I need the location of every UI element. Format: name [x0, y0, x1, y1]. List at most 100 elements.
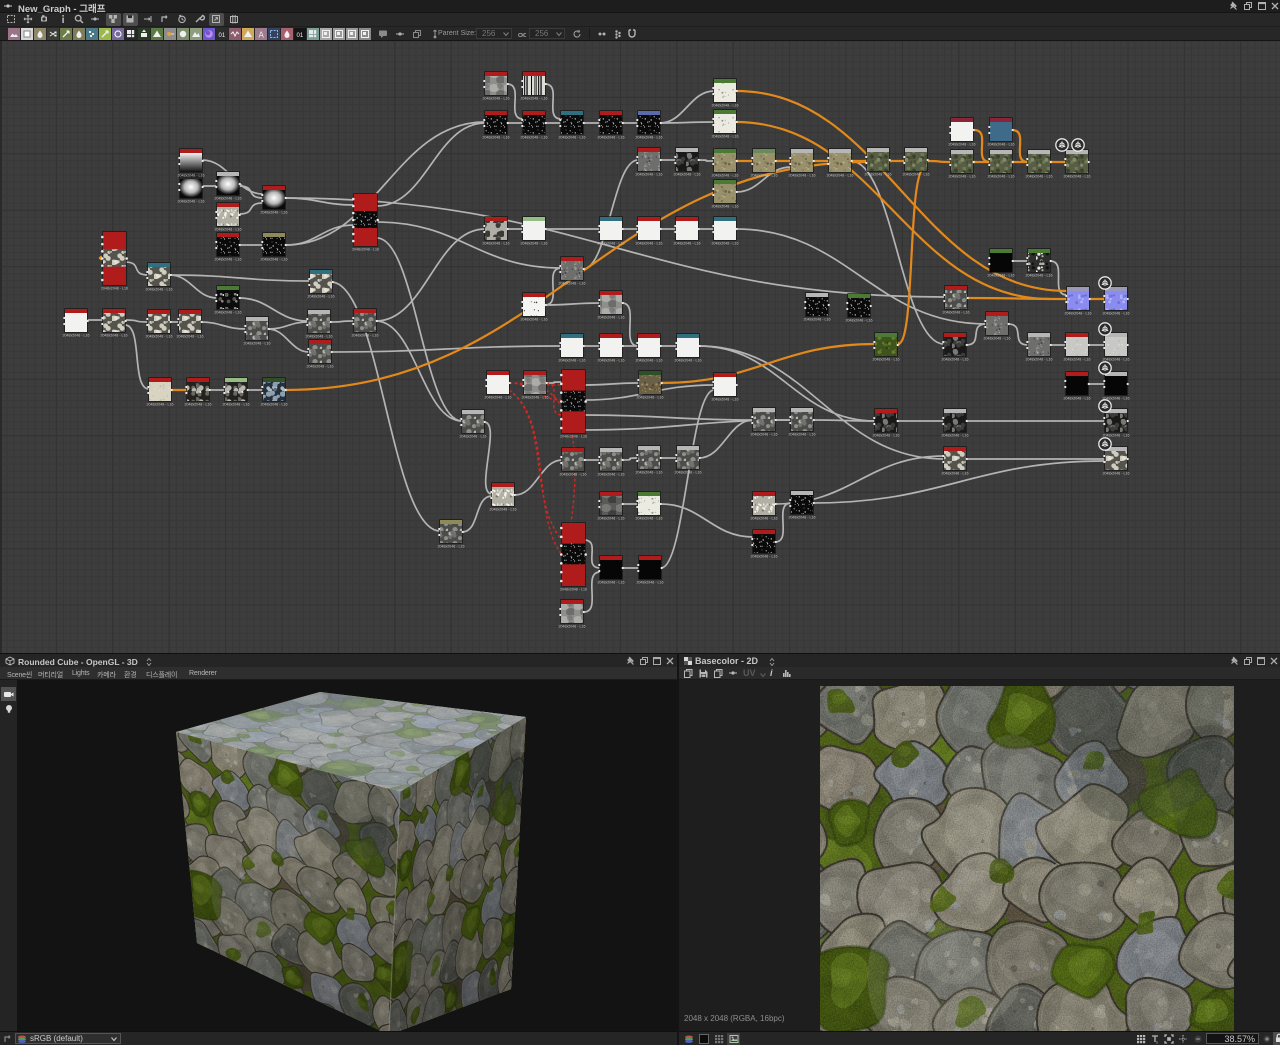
svg-text:2048x2048 - L16: 2048x2048 - L16: [865, 173, 892, 177]
svg-text:2048x2048 - L16: 2048x2048 - L16: [308, 295, 335, 299]
svg-text:01: 01: [297, 33, 304, 39]
svg-text:2048x2048 - L16: 2048x2048 - L16: [1064, 358, 1091, 362]
svg-text:2048x2048 - L16: 2048x2048 - L16: [63, 334, 90, 338]
svg-text:2048x2048 - L16: 2048x2048 - L16: [598, 136, 625, 140]
svg-text:2048x2048 - L16: 2048x2048 - L16: [1103, 472, 1130, 476]
svg-text:2048x2048 - L16: 2048x2048 - L16: [789, 174, 816, 178]
svg-text:2048x2048 - L16: 2048x2048 - L16: [147, 403, 174, 407]
svg-text:2048x2048 - L16: 2048x2048 - L16: [522, 396, 549, 400]
svg-text:2048x2048 - L16: 2048x2048 - L16: [261, 258, 288, 262]
svg-text:2048x2048 - L16: 2048x2048 - L16: [675, 359, 702, 363]
svg-text:2048x2048 - L16: 2048x2048 - L16: [674, 242, 701, 246]
svg-text:2048x2048 - L16: 2048x2048 - L16: [751, 517, 778, 521]
svg-text:2048x2048 - L16: 2048x2048 - L16: [215, 197, 242, 201]
svg-text:2048x2048 - L16: 2048x2048 - L16: [712, 104, 739, 108]
svg-text:2048x2048 - L16: 2048x2048 - L16: [637, 396, 664, 400]
svg-text:2048x2048 - L16: 2048x2048 - L16: [598, 316, 625, 320]
svg-text:2048x2048 - L16: 2048x2048 - L16: [636, 136, 663, 140]
svg-text:A: A: [259, 31, 265, 40]
svg-text:2048x2048 - L16: 2048x2048 - L16: [307, 365, 334, 369]
svg-text:2048x2048 - L16: 2048x2048 - L16: [637, 581, 664, 585]
svg-text:2048x2048 - L16: 2048x2048 - L16: [984, 337, 1011, 341]
svg-text:2048x2048 - L16: 2048x2048 - L16: [483, 136, 510, 140]
svg-text:2048x2048 - L16: 2048x2048 - L16: [521, 242, 548, 246]
svg-text:2048x2048 - L16: 2048x2048 - L16: [903, 173, 930, 177]
svg-text:2048x2048 - L16: 2048x2048 - L16: [101, 287, 128, 291]
svg-text:01: 01: [219, 33, 226, 39]
svg-text:2048x2048 - L16: 2048x2048 - L16: [177, 335, 204, 339]
svg-text:2048x2048 - L16: 2048x2048 - L16: [751, 555, 778, 559]
svg-text:2048x2048 - L16: 2048x2048 - L16: [949, 175, 976, 179]
svg-text:2048x2048 - L16: 2048x2048 - L16: [873, 434, 900, 438]
svg-text:2048x2048 - L16: 2048x2048 - L16: [712, 242, 739, 246]
svg-text:2048x2048 - L16: 2048x2048 - L16: [559, 625, 586, 629]
svg-text:2048x2048 - L16: 2048x2048 - L16: [789, 516, 816, 520]
svg-text:2048x2048 - L16: 2048x2048 - L16: [352, 248, 379, 252]
svg-text:2048x2048 - L16: 2048x2048 - L16: [846, 319, 873, 323]
svg-text:2048x2048 - L16: 2048x2048 - L16: [1026, 358, 1053, 362]
svg-text:2048x2048 - L16: 2048x2048 - L16: [943, 311, 970, 315]
svg-text:2048x2048 - L16: 2048x2048 - L16: [712, 398, 739, 402]
svg-text:2048x2048 - L16: 2048x2048 - L16: [1103, 358, 1130, 362]
svg-text:2048x2048 - L16: 2048x2048 - L16: [942, 472, 969, 476]
svg-text:2048x2048 - L16: 2048x2048 - L16: [244, 342, 271, 346]
svg-text:2048x2048 - L16: 2048x2048 - L16: [485, 396, 512, 400]
svg-text:2048x2048 - L16: 2048x2048 - L16: [636, 517, 663, 521]
svg-text:2048x2048 - L16: 2048x2048 - L16: [712, 174, 739, 178]
svg-text:2048x2048 - L16: 2048x2048 - L16: [598, 473, 625, 477]
svg-text:2048x2048 - L16: 2048x2048 - L16: [146, 288, 173, 292]
svg-text:2048x2048 - L16: 2048x2048 - L16: [438, 545, 465, 549]
svg-text:2048x2048 - L16: 2048x2048 - L16: [101, 334, 128, 338]
svg-text:2048x2048 - L16: 2048x2048 - L16: [712, 205, 739, 209]
svg-text:2048x2048 - L16: 2048x2048 - L16: [215, 311, 242, 315]
svg-text:2048x2048 - L16: 2048x2048 - L16: [521, 136, 548, 140]
svg-text:2048x2048 - L16: 2048x2048 - L16: [988, 143, 1015, 147]
svg-text:2048x2048 - L16: 2048x2048 - L16: [559, 359, 586, 363]
svg-text:2048x2048 - L16: 2048x2048 - L16: [636, 173, 663, 177]
svg-text:2048x2048 - L16: 2048x2048 - L16: [598, 581, 625, 585]
svg-text:2048x2048 - L16: 2048x2048 - L16: [751, 174, 778, 178]
svg-text:2048x2048 - L16: 2048x2048 - L16: [949, 143, 976, 147]
svg-text:2048x2048 - L16: 2048x2048 - L16: [942, 434, 969, 438]
svg-text:2048x2048 - L16: 2048x2048 - L16: [559, 136, 586, 140]
svg-text:2048x2048 - L16: 2048x2048 - L16: [988, 274, 1015, 278]
svg-text:2048x2048 - L16: 2048x2048 - L16: [521, 318, 548, 322]
svg-text:2048x2048 - L16: 2048x2048 - L16: [483, 97, 510, 101]
svg-text:2048x2048 - L16: 2048x2048 - L16: [598, 359, 625, 363]
svg-text:2048x2048 - L16: 2048x2048 - L16: [215, 258, 242, 262]
svg-text:2048x2048 - L16: 2048x2048 - L16: [146, 335, 173, 339]
svg-text:2048x2048 - L16: 2048x2048 - L16: [559, 282, 586, 286]
svg-text:2048x2048 - L16: 2048x2048 - L16: [560, 588, 587, 592]
svg-text:2048x2048 - L16: 2048x2048 - L16: [223, 403, 250, 407]
svg-text:2048x2048 - L16: 2048x2048 - L16: [942, 358, 969, 362]
svg-text:2048x2048 - L16: 2048x2048 - L16: [988, 175, 1015, 179]
svg-text:2048x2048 - L16: 2048x2048 - L16: [490, 508, 517, 512]
svg-text:2048x2048 - L16: 2048x2048 - L16: [261, 211, 288, 215]
svg-text:2048x2048 - L16: 2048x2048 - L16: [352, 334, 379, 338]
svg-text:2048x2048 - L16: 2048x2048 - L16: [306, 335, 333, 339]
svg-text:2048x2048 - L16: 2048x2048 - L16: [521, 97, 548, 101]
svg-text:2048x2048 - L16: 2048x2048 - L16: [560, 435, 587, 439]
svg-text:2048x2048 - L16: 2048x2048 - L16: [1103, 312, 1130, 316]
svg-text:2048x2048 - L16: 2048x2048 - L16: [789, 433, 816, 437]
svg-text:2048x2048 - L16: 2048x2048 - L16: [483, 242, 510, 246]
svg-text:2048x2048 - L16: 2048x2048 - L16: [873, 358, 900, 362]
svg-text:2048x2048 - L16: 2048x2048 - L16: [804, 318, 831, 322]
svg-text:2048x2048 - L16: 2048x2048 - L16: [751, 433, 778, 437]
svg-text:2048x2048 - L16: 2048x2048 - L16: [185, 403, 212, 407]
svg-text:2048x2048 - L16: 2048x2048 - L16: [1103, 434, 1130, 438]
svg-text:2048x2048 - L16: 2048x2048 - L16: [674, 173, 701, 177]
svg-text:2048x2048 - L16: 2048x2048 - L16: [178, 200, 205, 204]
svg-text:2048x2048 - L16: 2048x2048 - L16: [1026, 175, 1053, 179]
svg-text:2048x2048 - L16: 2048x2048 - L16: [560, 473, 587, 477]
svg-text:2048x2048 - L16: 2048x2048 - L16: [1065, 312, 1092, 316]
svg-text:2048x2048 - L16: 2048x2048 - L16: [712, 135, 739, 139]
svg-text:2048x2048 - L16: 2048x2048 - L16: [636, 359, 663, 363]
svg-text:2048x2048 - L16: 2048x2048 - L16: [261, 403, 288, 407]
svg-text:2048x2048 - L16: 2048x2048 - L16: [1064, 175, 1091, 179]
svg-text:2048x2048 - L16: 2048x2048 - L16: [598, 242, 625, 246]
svg-text:2048x2048 - L16: 2048x2048 - L16: [460, 435, 487, 439]
svg-text:2048x2048 - L16: 2048x2048 - L16: [1064, 397, 1091, 401]
svg-text:2048x2048 - L16: 2048x2048 - L16: [215, 228, 242, 232]
svg-text:2048x2048 - L16: 2048x2048 - L16: [636, 471, 663, 475]
